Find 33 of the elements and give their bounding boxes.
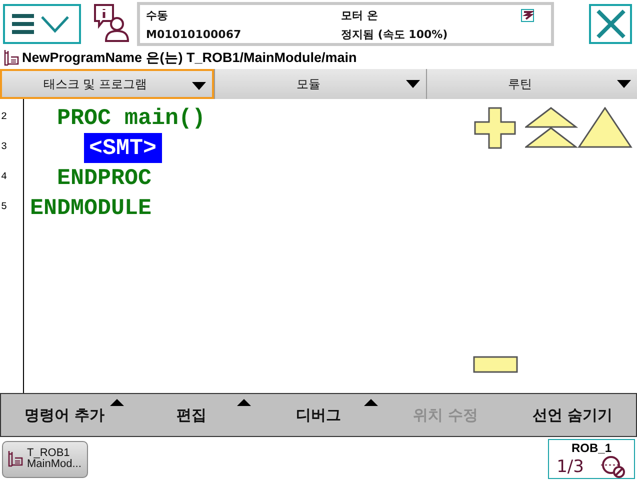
menu-item[interactable]: 명령어 추가 [1, 394, 128, 436]
taskbar-app-button[interactable]: T_ROB1 MainMod... [2, 440, 88, 478]
line-number: 4 [1, 172, 8, 183]
line-number: 5 [1, 202, 8, 213]
close-button[interactable] [589, 4, 632, 44]
increment-fraction: 1/3 [556, 457, 584, 477]
caret-icon [616, 80, 631, 88]
menu-item[interactable]: 디버그 [255, 394, 382, 436]
line-number: 2 [1, 112, 8, 123]
menu-item[interactable]: 선언 숨기기 [509, 394, 636, 436]
status-icon [521, 9, 534, 22]
program-icon [7, 450, 23, 468]
caret-icon [406, 80, 420, 88]
main-menu-button[interactable] [3, 4, 81, 44]
code-line[interactable]: ENDPROC [30, 163, 152, 193]
program-state: 정지됨 (속도 100%) [341, 27, 449, 43]
menu-item[interactable]: 편집 [128, 394, 255, 436]
program-path: NewProgramName 은(는) T_ROB1/MainModule/main [22, 49, 357, 67]
controller-name: M01010100067 [146, 27, 242, 43]
dropdown[interactable]: 루틴 [426, 69, 637, 99]
mechanical-unit: ROB_1 [571, 441, 612, 455]
code-line[interactable]: ENDMODULE [30, 193, 152, 223]
line-number: 3 [1, 142, 8, 153]
event-log-icon[interactable] [93, 3, 129, 43]
dropdown[interactable]: 모듈 [214, 69, 426, 99]
operating-mode: 수동 [146, 8, 169, 24]
caret-icon [192, 82, 206, 90]
quickset-panel[interactable]: ROB_1 1/3 [548, 439, 635, 479]
motor-state: 모터 온 [341, 8, 379, 24]
program-icon [3, 49, 19, 67]
dropdown[interactable]: 태스크 및 프로그램 [0, 69, 214, 99]
code-line[interactable]: PROC main() [30, 103, 206, 133]
status-panel[interactable]: 수동 모터 온 M01010100067 정지됨 (속도 100%) [137, 2, 554, 46]
